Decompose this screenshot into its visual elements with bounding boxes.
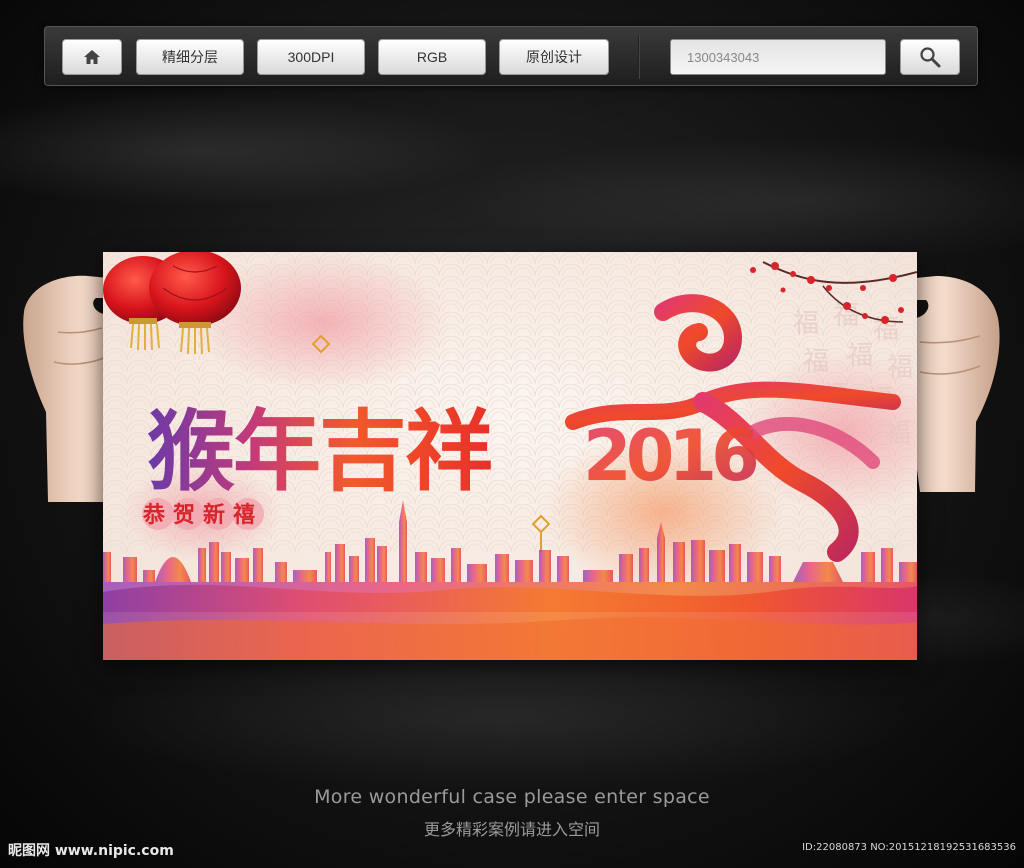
svg-text:福: 福 [887,353,913,383]
rgb-button[interactable]: RGB [378,39,486,75]
subtitle-seal: 恭贺新禧 [142,498,264,530]
caption-chinese: 更多精彩案例请进入空间 [423,820,600,839]
poster: 福 福 福 福 福 福 福 福 福 猴年吉祥 恭贺新禧 2016 [103,252,917,660]
toolbar-divider [638,35,640,79]
toolbar: 精细分层 300DPI RGB 原创设计 [44,26,978,86]
magnifier-icon [920,47,941,68]
home-icon [84,50,100,64]
site-watermark: 昵图网 www.nipic.com [8,843,174,859]
svg-text:福: 福 [803,347,829,377]
dpi-button[interactable]: 300DPI [257,39,365,75]
poster-artwork: 福 福 福 福 福 福 福 福 福 猴年吉祥 恭贺新禧 2016 [103,252,917,660]
original-design-button[interactable]: 原创设计 [499,39,609,75]
search-input[interactable] [685,48,871,66]
search-button[interactable] [900,39,960,75]
poster-year: 2016 [583,415,756,497]
layered-button[interactable]: 精细分层 [136,39,244,75]
svg-text:福: 福 [847,341,873,371]
poster-title: 猴年吉祥 [147,400,491,503]
svg-text:福: 福 [885,419,911,449]
svg-text:福: 福 [793,309,819,339]
home-button[interactable] [62,39,122,75]
caption-english: More wonderful case please enter space [314,786,710,808]
search-field[interactable] [670,39,886,75]
image-id-watermark: ID:22080873 NO:20151218192531683536 [802,842,1016,853]
poster-subtitle: 恭贺新禧 [142,502,263,528]
